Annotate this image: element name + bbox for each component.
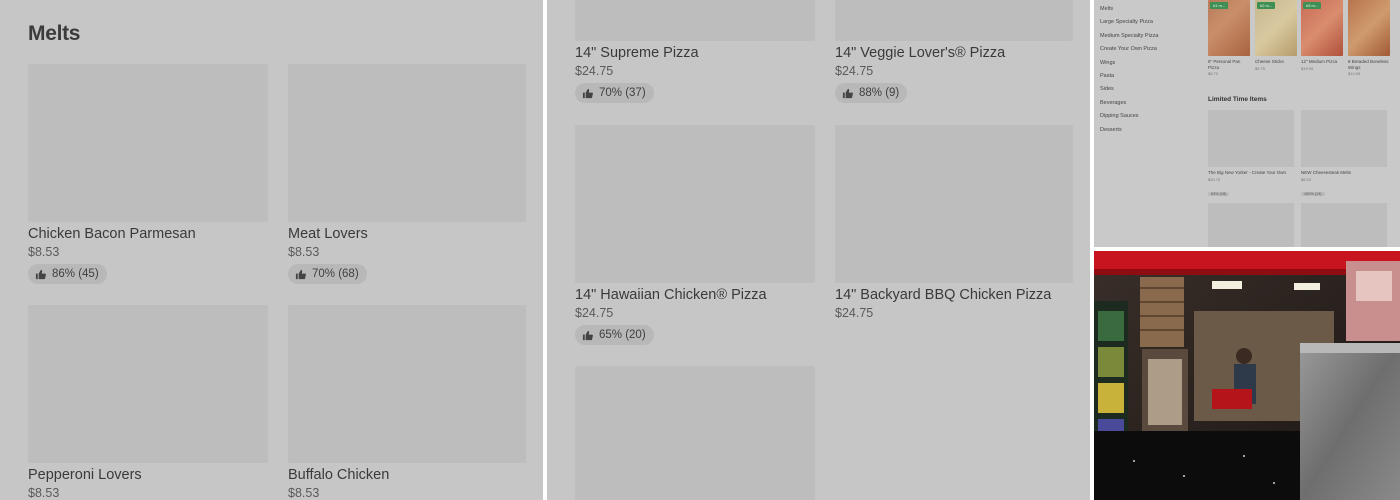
item-name: 14" Veggie Lover's® Pizza xyxy=(835,45,1006,61)
mini-item-card[interactable]: #3 m... 12" Medium Pizza $19.99 xyxy=(1301,0,1343,71)
item-image[interactable]: #2 m... xyxy=(1255,0,1297,56)
restaurant-interior-image xyxy=(1094,251,1400,500)
menu-item-card[interactable]: Chicken Bacon Parmesan $8.53 86% (45) xyxy=(28,64,268,285)
item-name: Chicken Bacon Parmesan xyxy=(28,226,196,242)
item-name: NEW Cheesesteak Melts xyxy=(1301,170,1352,175)
category-item[interactable]: Create Your Own Pizza xyxy=(1100,46,1158,59)
rating-text: 65% (20) xyxy=(599,329,646,341)
rank-badge: #2 m... xyxy=(1257,2,1276,9)
item-image[interactable] xyxy=(28,64,268,222)
rating-badge: 100% (13) xyxy=(1301,191,1325,196)
rating-badge: 70% (37) xyxy=(575,83,654,103)
item-name: 12" Medium Pizza xyxy=(1301,59,1338,64)
item-image[interactable]: #1 m... xyxy=(1208,0,1250,56)
category-item[interactable]: Sides xyxy=(1100,86,1158,99)
category-item[interactable]: Wings xyxy=(1100,60,1158,73)
item-price: $19.99 xyxy=(1301,65,1314,71)
item-image[interactable] xyxy=(1301,203,1387,247)
thumbs-up-icon xyxy=(582,330,593,340)
item-image[interactable] xyxy=(575,366,815,500)
item-price: $24.75 xyxy=(575,64,614,78)
item-image[interactable] xyxy=(1348,0,1390,56)
category-item[interactable]: Desserts xyxy=(1100,127,1158,140)
item-name: 14" Hawaiian Chicken® Pizza xyxy=(575,287,767,303)
item-price: $8.53 xyxy=(1301,176,1312,182)
thumbs-up-icon xyxy=(582,88,593,98)
item-price: $8.53 xyxy=(28,245,60,259)
rating-text: 70% (68) xyxy=(312,268,359,280)
menu-item-card[interactable]: Meat Lovers $8.53 70% (68) xyxy=(288,64,526,285)
rating-text: 70% (37) xyxy=(599,87,646,99)
menu-item-card[interactable]: Pepperoni Lovers $8.53 xyxy=(28,305,268,500)
item-name: Meat Lovers xyxy=(288,226,368,242)
menu-item-card[interactable]: Buffalo Chicken $8.53 xyxy=(288,305,526,500)
item-price: $8.53 xyxy=(288,245,320,259)
item-price: $24.75 xyxy=(835,306,874,320)
app-screenshot-panel: Melts Large Specialty Pizza Medium Speci… xyxy=(1094,0,1400,247)
thumbs-up-icon xyxy=(295,269,306,279)
pizza-menu-panel: 14" Supreme Pizza $24.75 70% (37) 14" Ve… xyxy=(547,0,1090,500)
item-price: $24.75 xyxy=(575,306,614,320)
rating-badge: 63% (18) xyxy=(1208,191,1230,196)
rating-text: 86% (45) xyxy=(52,268,99,280)
item-image[interactable]: #3 m... xyxy=(1301,0,1343,56)
limited-item-card[interactable]: The Big New Yorker - Create Your Own $20… xyxy=(1208,110,1294,200)
item-price: $6.70 xyxy=(1208,71,1219,76)
rating-badge: 70% (68) xyxy=(288,264,367,284)
rating-badge: 65% (20) xyxy=(575,325,654,345)
item-image[interactable] xyxy=(1208,110,1294,167)
rating-text: 88% (9) xyxy=(859,87,900,99)
thumbs-up-icon xyxy=(35,269,46,279)
item-image[interactable] xyxy=(288,64,526,222)
restaurant-photo xyxy=(1094,251,1400,500)
item-image[interactable] xyxy=(28,305,268,463)
item-image[interactable] xyxy=(1301,110,1387,167)
limited-time-heading: Limited Time Items xyxy=(1208,96,1267,103)
rating-badge: 88% (9) xyxy=(835,83,908,103)
item-price: $8.53 xyxy=(288,486,320,500)
item-name: The Big New Yorker - Create Your Own xyxy=(1208,170,1287,175)
item-image[interactable] xyxy=(288,305,526,463)
item-name: 14" Supreme Pizza xyxy=(575,45,699,61)
thumbs-up-icon xyxy=(842,88,853,98)
mini-item-card[interactable]: 8 Breaded Boneless Wings $10.95 xyxy=(1348,0,1390,76)
item-image[interactable] xyxy=(835,125,1073,283)
item-name: Buffalo Chicken xyxy=(288,467,390,483)
menu-item-card[interactable]: 14" Hawaiian Chicken® Pizza $24.75 65% (… xyxy=(575,125,815,346)
category-item[interactable]: Dipping Sauces xyxy=(1100,113,1158,126)
item-name: 8 Breaded Boneless Wings xyxy=(1348,59,1389,70)
menu-item-card[interactable]: 14" Supreme Pizza $24.75 70% (37) xyxy=(575,0,815,104)
menu-item-card[interactable]: 14" Veggie Lover's® Pizza $24.75 88% (9) xyxy=(835,0,1073,104)
mini-item-card[interactable]: #2 m... Cheese Sticks $9.75 xyxy=(1255,0,1297,71)
rank-badge: #1 m... xyxy=(1210,2,1229,9)
melts-menu-panel: Melts Chicken Bacon Parmesan $8.53 86% (… xyxy=(0,0,543,500)
limited-item-card[interactable]: NEW Cheesesteak Melts $8.53 100% (13) xyxy=(1301,110,1387,200)
item-price: $8.53 xyxy=(28,486,60,500)
category-item[interactable]: Large Specialty Pizza xyxy=(1100,19,1158,32)
item-price: $24.75 xyxy=(835,64,874,78)
menu-item-card[interactable]: 14" Backyard BBQ Chicken Pizza $24.75 xyxy=(835,125,1073,320)
category-item[interactable]: Melts xyxy=(1100,6,1158,19)
category-item[interactable]: Medium Specialty Pizza xyxy=(1100,33,1158,46)
item-image[interactable] xyxy=(835,0,1073,41)
category-item[interactable]: Pasta xyxy=(1100,73,1158,86)
item-name: Cheese Sticks xyxy=(1255,59,1284,64)
item-price: $9.75 xyxy=(1255,65,1266,71)
item-name: 14" Backyard BBQ Chicken Pizza xyxy=(835,287,1052,303)
item-image[interactable] xyxy=(575,0,815,41)
item-price: $10.95 xyxy=(1348,71,1361,76)
category-sidebar: Melts Large Specialty Pizza Medium Speci… xyxy=(1100,6,1158,140)
item-name: 6" Personal Pan Pizza xyxy=(1208,59,1241,70)
menu-item-card[interactable] xyxy=(575,366,815,500)
section-title: Melts xyxy=(28,22,81,45)
rank-badge: #3 m... xyxy=(1303,2,1322,9)
category-item[interactable]: Beverages xyxy=(1100,100,1158,113)
rating-badge: 86% (45) xyxy=(28,264,107,284)
item-image[interactable] xyxy=(1208,203,1294,247)
item-price: $20.75 xyxy=(1208,176,1221,182)
item-name: Pepperoni Lovers xyxy=(28,467,142,483)
item-image[interactable] xyxy=(575,125,815,283)
mini-item-card[interactable]: #1 m... 6" Personal Pan Pizza $6.70 xyxy=(1208,0,1250,76)
